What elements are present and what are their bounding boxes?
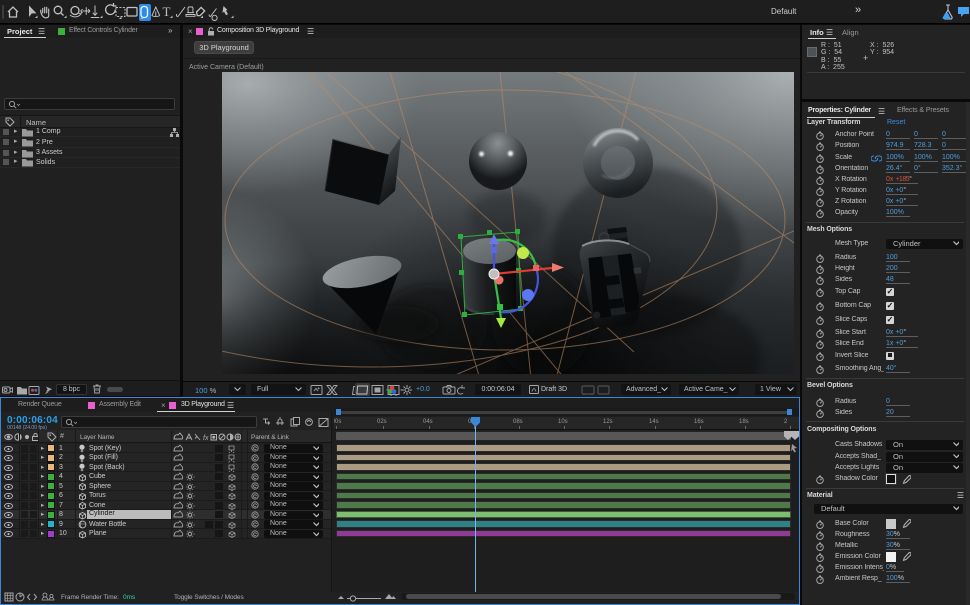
svg-text:fx: fx [203, 435, 209, 442]
svg-text:T: T [163, 4, 171, 19]
